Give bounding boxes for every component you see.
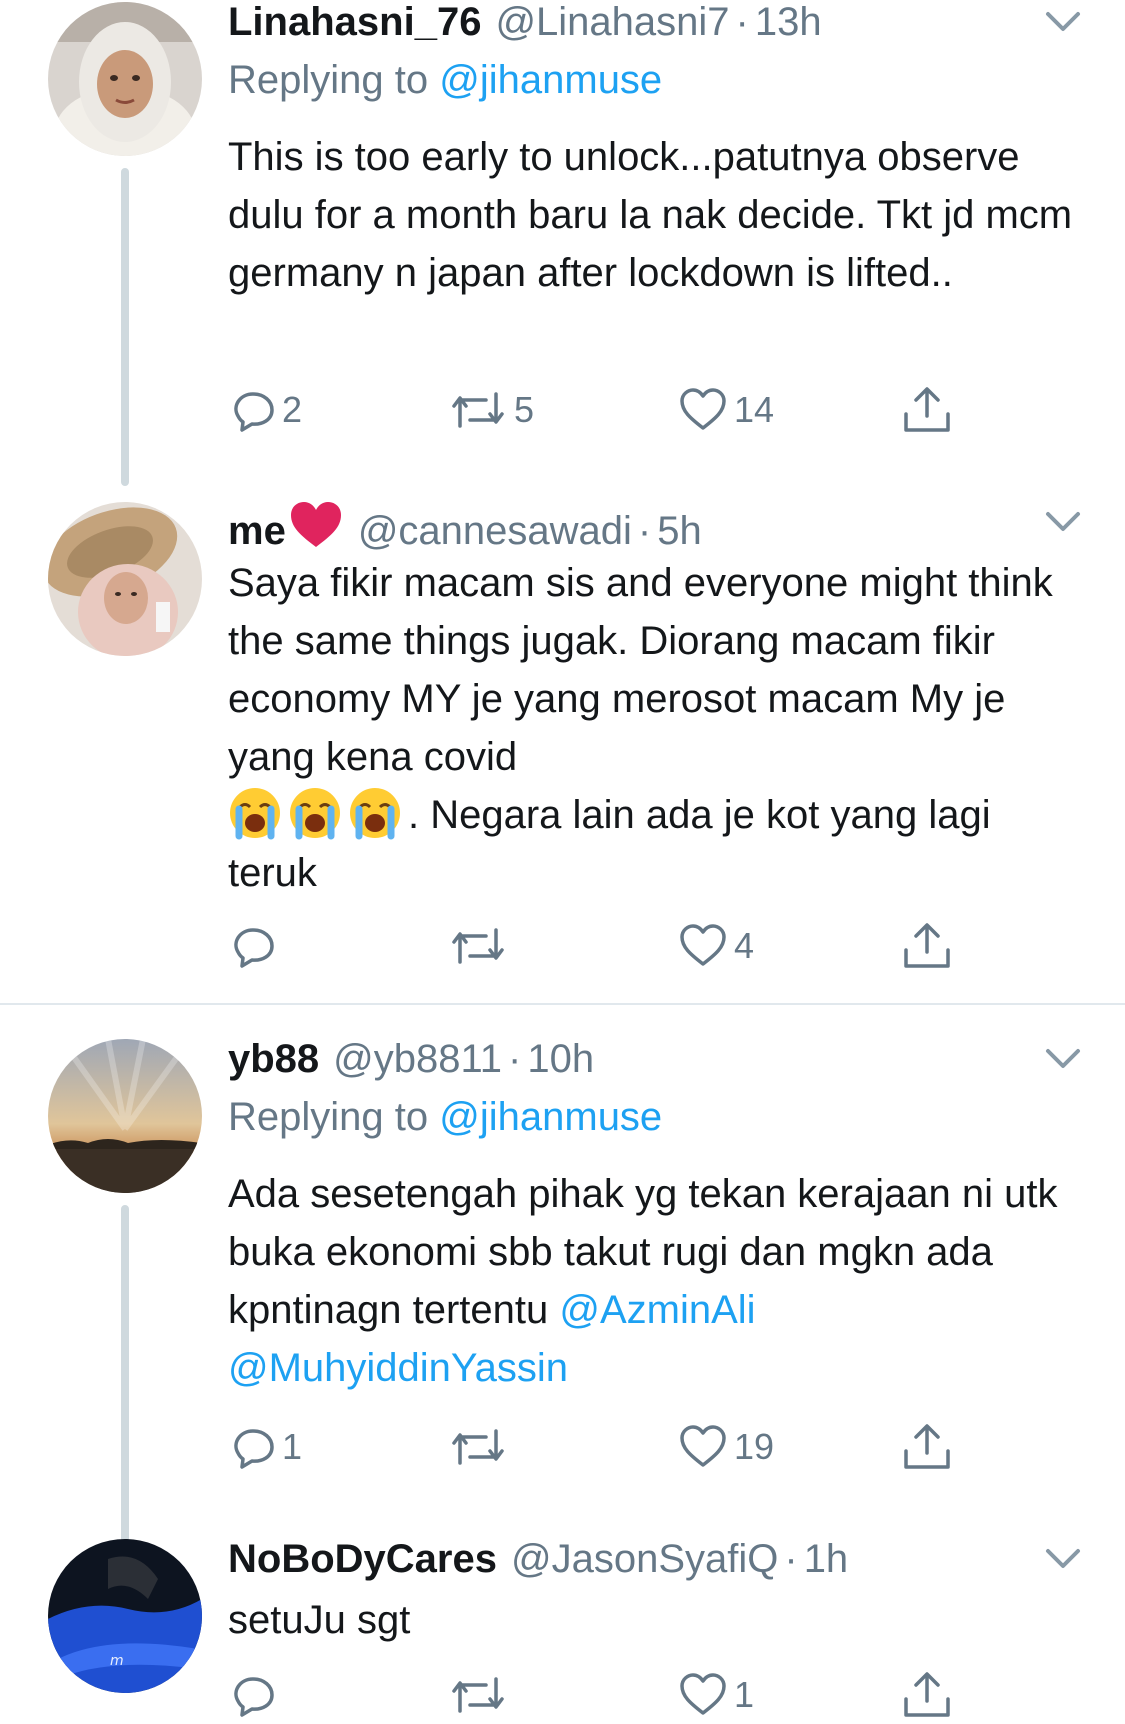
share-icon bbox=[904, 923, 950, 968]
replying-to-mention[interactable]: @jihanmuse bbox=[439, 58, 662, 102]
like-count: 4 bbox=[734, 925, 755, 966]
thread-line bbox=[121, 1205, 129, 1559]
replying-to: Replying to @jihanmuse bbox=[228, 58, 662, 102]
tweet-text-part1: Saya fikir macam sis and everyone might … bbox=[228, 561, 1053, 779]
retweet-button[interactable] bbox=[448, 1671, 514, 1719]
reply-icon bbox=[234, 1677, 274, 1717]
like-count: 14 bbox=[734, 389, 775, 430]
chevron-down-icon[interactable] bbox=[1044, 1545, 1082, 1573]
reply-button[interactable] bbox=[228, 922, 282, 970]
reply-icon bbox=[234, 1429, 274, 1469]
tweet-3[interactable]: yb88 @yb8811 · 10h Replying to @jihanmuse A… bbox=[0, 1037, 1125, 1559]
replying-to-mention[interactable]: @jihanmuse bbox=[439, 1095, 662, 1139]
tweet-header: Linahasni_76 @Linahasni7 · 13h bbox=[228, 0, 822, 44]
like-button[interactable]: 14 bbox=[678, 386, 774, 434]
share-icon bbox=[904, 1672, 950, 1717]
retweet-icon bbox=[452, 1677, 504, 1713]
separator-dot: · bbox=[508, 1037, 522, 1081]
avatar[interactable]: m bbox=[48, 1539, 202, 1693]
retweet-count: 5 bbox=[514, 389, 535, 430]
reply-icon bbox=[234, 928, 274, 968]
tweet-actions: 4 bbox=[228, 922, 958, 970]
tweet-1[interactable]: Linahasni_76 @Linahasni7 · 13h Replying to … bbox=[0, 0, 1125, 500]
divider bbox=[0, 1003, 1125, 1005]
retweet-button[interactable] bbox=[448, 922, 514, 970]
chevron-down-icon[interactable] bbox=[1044, 1045, 1082, 1073]
handle[interactable]: @cannesawadi bbox=[358, 509, 632, 553]
reply-icon bbox=[234, 392, 274, 432]
share-button[interactable] bbox=[902, 386, 952, 434]
share-button[interactable] bbox=[902, 922, 952, 970]
display-name[interactable]: me bbox=[228, 509, 286, 553]
separator-dot: · bbox=[735, 0, 749, 44]
tweet-text: setuJu sgt bbox=[228, 1598, 411, 1642]
loudly-crying-face-icon bbox=[290, 788, 340, 840]
like-button[interactable]: 4 bbox=[678, 922, 754, 970]
tweet-4[interactable]: m NoBoDyCares @JasonSyafiQ · 1h setuJu sgt … bbox=[0, 1537, 1125, 1724]
avatar[interactable] bbox=[48, 1039, 202, 1193]
like-button[interactable]: 1 bbox=[678, 1671, 754, 1719]
avatar[interactable] bbox=[48, 502, 202, 656]
tweet-actions: 2 5 14 bbox=[228, 386, 958, 434]
like-count: 19 bbox=[734, 1426, 775, 1467]
share-icon bbox=[904, 1424, 950, 1469]
share-button[interactable] bbox=[902, 1423, 952, 1471]
like-count: 1 bbox=[734, 1674, 755, 1715]
retweet-icon bbox=[452, 392, 504, 428]
tweet-2[interactable]: me @cannesawadi · 5h Saya fikir macam sis a… bbox=[0, 500, 1125, 1000]
tweet-header: yb88 @yb8811 · 10h bbox=[228, 1037, 594, 1081]
retweet-button[interactable] bbox=[448, 1423, 514, 1471]
thread-line bbox=[121, 168, 129, 486]
like-icon bbox=[680, 1673, 726, 1715]
timestamp[interactable]: 5h bbox=[657, 509, 702, 553]
like-icon bbox=[680, 924, 726, 966]
tweet-text: Saya fikir macam sis and everyone might … bbox=[228, 554, 1078, 902]
mention-link[interactable]: @AzminAli bbox=[559, 1288, 755, 1332]
like-icon bbox=[680, 388, 726, 430]
chevron-down-icon[interactable] bbox=[1044, 508, 1082, 536]
handle[interactable]: @yb8811 bbox=[333, 1037, 502, 1081]
tweet-actions: 1 bbox=[228, 1671, 958, 1719]
svg-text:m: m bbox=[110, 1653, 124, 1669]
replying-label: Replying to bbox=[228, 1095, 429, 1139]
tweet-text: Ada sesetengah pihak yg tekan kerajaan n… bbox=[228, 1165, 1078, 1397]
like-icon bbox=[680, 1425, 726, 1467]
tweet-header: me @cannesawadi · 5h bbox=[228, 500, 702, 553]
reply-button[interactable] bbox=[228, 1671, 282, 1719]
retweet-icon bbox=[452, 1429, 504, 1465]
reply-button[interactable]: 1 bbox=[228, 1423, 302, 1471]
display-name[interactable]: NoBoDyCares bbox=[228, 1537, 497, 1581]
handle[interactable]: @JasonSyafiQ bbox=[511, 1537, 778, 1581]
like-button[interactable]: 19 bbox=[678, 1423, 774, 1471]
heart-emoji-icon bbox=[290, 502, 341, 547]
retweet-button[interactable]: 5 bbox=[448, 386, 534, 434]
timestamp[interactable]: 1h bbox=[804, 1537, 849, 1581]
separator-dot: · bbox=[784, 1537, 798, 1581]
mention-link[interactable]: @MuhyiddinYassin bbox=[228, 1346, 568, 1390]
chevron-down-icon[interactable] bbox=[1044, 8, 1082, 36]
timestamp[interactable]: 13h bbox=[755, 0, 822, 44]
display-name[interactable]: Linahasni_76 bbox=[228, 0, 481, 44]
replying-to: Replying to @jihanmuse bbox=[228, 1095, 662, 1139]
reply-count: 1 bbox=[282, 1426, 303, 1467]
handle[interactable]: @Linahasni7 bbox=[495, 0, 729, 44]
reply-count: 2 bbox=[282, 389, 303, 430]
share-button[interactable] bbox=[902, 1671, 952, 1719]
separator-dot: · bbox=[637, 509, 652, 553]
tweet-header: NoBoDyCares @JasonSyafiQ · 1h bbox=[228, 1537, 848, 1581]
tweet-actions: 1 19 bbox=[228, 1423, 958, 1471]
loudly-crying-face-icon bbox=[230, 788, 280, 840]
retweet-icon bbox=[452, 928, 504, 964]
timestamp[interactable]: 10h bbox=[527, 1037, 594, 1081]
reply-button[interactable]: 2 bbox=[228, 386, 302, 434]
replying-label: Replying to bbox=[228, 58, 429, 102]
avatar[interactable] bbox=[48, 2, 202, 156]
share-icon bbox=[904, 387, 950, 432]
tweet-text-part2: . Negara lain ada je kot yang lagi teruk bbox=[228, 793, 991, 895]
tweet-text: This is too early to unlock...patutnya o… bbox=[228, 135, 1073, 295]
display-name[interactable]: yb88 bbox=[228, 1037, 319, 1081]
loudly-crying-face-icon bbox=[350, 788, 400, 840]
